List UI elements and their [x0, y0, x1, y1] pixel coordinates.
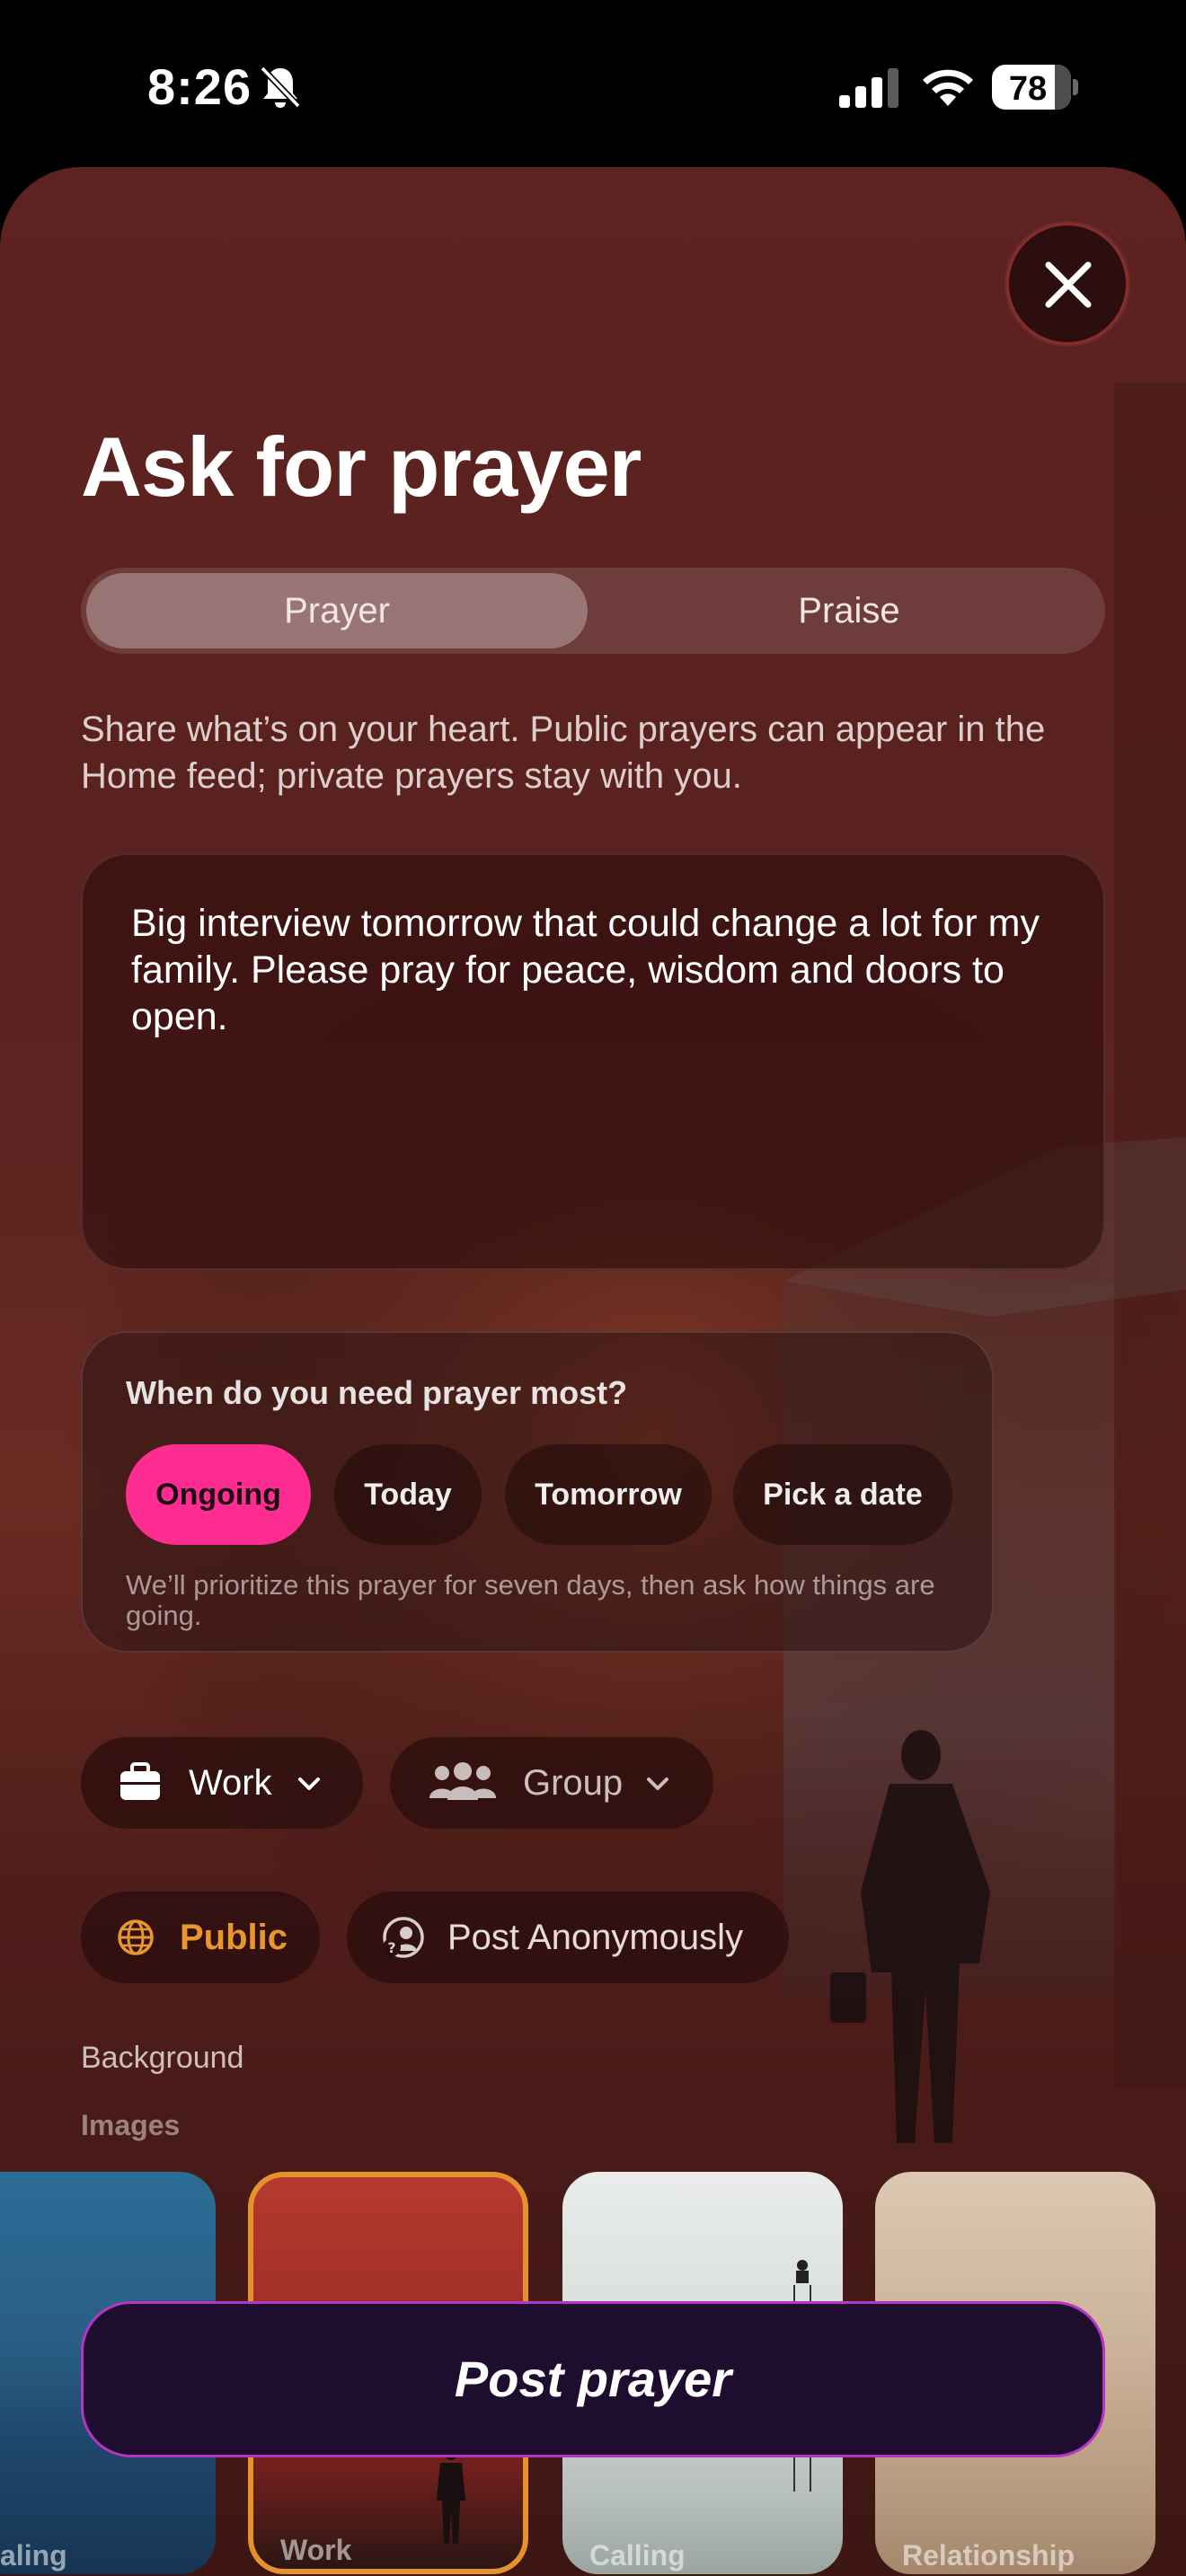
svg-text:?: ?: [387, 1939, 395, 1956]
anonymous-label: Post Anonymously: [447, 1918, 744, 1957]
chip-pick-a-date[interactable]: Pick a date: [733, 1444, 952, 1545]
close-icon: [1045, 261, 1092, 308]
status-bar: 8:26 78: [0, 0, 1186, 171]
post-prayer-button[interactable]: Post prayer: [81, 2301, 1105, 2457]
segment-prayer[interactable]: Prayer: [86, 573, 588, 648]
bell-slash-icon: [260, 66, 301, 109]
when-needed-card: When do you need prayer most? Ongoing To…: [81, 1331, 994, 1653]
chevron-down-icon: [647, 1778, 668, 1790]
group-icon: [429, 1762, 496, 1800]
globe-icon: [118, 1919, 154, 1955]
anonymous-icon: ?: [383, 1917, 424, 1958]
segment-praise[interactable]: Praise: [593, 568, 1105, 654]
chip-ongoing[interactable]: Ongoing: [126, 1444, 311, 1545]
background-label: Background: [81, 2041, 244, 2075]
category-label: Work: [189, 1763, 272, 1803]
thumb-silhouette: [437, 2448, 465, 2544]
ask-prayer-sheet: Ask for prayer Prayer Praise Share what’…: [0, 167, 1186, 2576]
thumb-label: Calling: [589, 2539, 686, 2572]
post-anonymously-toggle[interactable]: ? Post Anonymously: [347, 1892, 789, 1983]
audience-label: Group: [523, 1763, 624, 1803]
audience-dropdown[interactable]: Group: [390, 1737, 713, 1829]
description-text: Share what’s on your heart. Public praye…: [81, 710, 1046, 796]
chip-today[interactable]: Today: [334, 1444, 482, 1545]
prayer-text-input[interactable]: Big interview tomorrow that could change…: [81, 853, 1105, 1270]
post-prayer-label: Post prayer: [454, 2351, 732, 2407]
thumb-label: Relationship: [902, 2539, 1075, 2572]
thumb-label: aling: [0, 2539, 67, 2572]
visibility-public-toggle[interactable]: Public: [81, 1892, 320, 1983]
battery-icon: 78: [992, 65, 1078, 110]
briefcase-icon: [120, 1762, 160, 1800]
prayer-text-value: Big interview tomorrow that could change…: [131, 902, 1040, 1038]
chevron-down-icon: [298, 1778, 320, 1790]
visibility-label: Public: [180, 1918, 288, 1957]
prayer-praise-toggle: Prayer Praise: [81, 568, 1105, 654]
images-label: Images: [81, 2109, 181, 2141]
thumb-label: Work: [280, 2534, 352, 2566]
page-title: Ask for prayer: [81, 419, 642, 514]
close-button[interactable]: [1006, 223, 1128, 345]
when-question: When do you need prayer most?: [126, 1374, 628, 1411]
cellular-signal-icon: [839, 68, 898, 108]
category-dropdown[interactable]: Work: [81, 1737, 363, 1829]
wifi-icon: [923, 69, 973, 106]
status-time: 8:26: [147, 58, 252, 115]
chip-tomorrow[interactable]: Tomorrow: [505, 1444, 712, 1545]
battery-level: 78: [1008, 70, 1048, 108]
when-note: We’ll prioritize this prayer for seven d…: [126, 1569, 935, 1631]
